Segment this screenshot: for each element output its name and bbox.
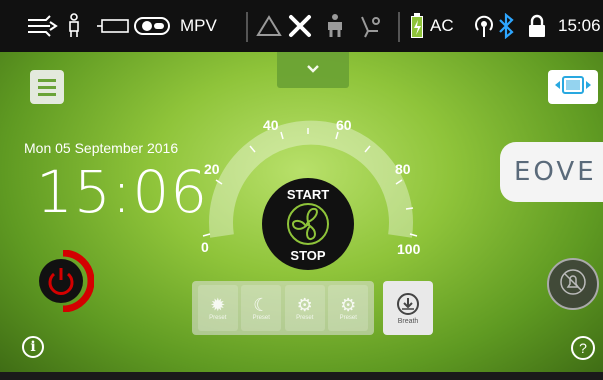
sun-icon: ✹	[210, 295, 226, 315]
signal-icon	[472, 14, 496, 38]
gear-icon: ⚙	[296, 295, 313, 315]
brand-logo: EOVE	[500, 142, 603, 202]
status-separator	[246, 12, 248, 42]
bottom-bar	[0, 372, 603, 380]
date-label: Mon 05 September 2016	[24, 140, 179, 156]
screen-toggle-icon	[553, 74, 593, 101]
preset-button-4[interactable]: ⚙ Preset	[328, 285, 369, 331]
dial-tick-label: 40	[263, 117, 279, 133]
status-separator	[398, 12, 400, 42]
battery-outline-icon	[96, 14, 130, 38]
info-button[interactable]: i	[22, 336, 44, 358]
vehicle-type-label: MPV	[180, 16, 217, 35]
preset-button-2[interactable]: ☾ Preset	[241, 285, 282, 331]
dial-tick-label: 0	[201, 239, 209, 255]
breath-button[interactable]: Breath	[383, 281, 433, 335]
battery-charging-icon	[410, 13, 424, 38]
screen-display-button[interactable]	[548, 70, 598, 104]
dial-tick-label: 20	[204, 161, 220, 177]
mode-presets: ✹ Preset ☾ Preset ⚙ Preset ⚙ Preset	[192, 281, 374, 335]
menu-button[interactable]	[30, 70, 64, 104]
gear-icon: ⚙	[340, 295, 357, 315]
menu-icon-bar	[38, 92, 56, 96]
menu-icon-bar	[38, 78, 56, 82]
start-stop-button[interactable]: START STOP	[262, 178, 354, 270]
tools-icon	[288, 14, 314, 38]
person-seat-icon	[324, 14, 346, 38]
ventilation-dial[interactable]: 0 20 40 60 80 100 START STOP	[170, 108, 450, 288]
pull-down-tab[interactable]	[277, 52, 349, 88]
preset-button-3[interactable]: ⚙ Preset	[284, 285, 325, 331]
info-icon: i	[30, 339, 36, 355]
dial-tick-label: 80	[395, 161, 411, 177]
warning-triangle-icon	[256, 14, 282, 38]
help-icon: ?	[579, 340, 587, 356]
toggle-icon	[134, 14, 170, 38]
seat-icon	[64, 13, 84, 38]
power-button[interactable]	[32, 250, 94, 312]
preset-label: Preset	[339, 315, 357, 321]
menu-icon-bar	[38, 85, 56, 89]
start-label: START	[287, 187, 329, 202]
breath-label: Breath	[397, 317, 419, 325]
bluetooth-icon	[498, 13, 514, 39]
preset-label: Preset	[296, 315, 314, 321]
lock-icon	[528, 14, 546, 38]
seat-recline-icon	[358, 14, 382, 38]
stop-label: STOP	[290, 248, 325, 263]
dial-tick-label: 60	[336, 117, 352, 133]
preset-label: Preset	[252, 315, 270, 321]
status-bar: MPV AC 15:06	[0, 0, 603, 52]
breath-icon	[396, 292, 420, 318]
help-button[interactable]: ?	[571, 336, 595, 360]
status-time: 15:06	[558, 16, 601, 35]
ac-power-label: AC	[430, 16, 454, 35]
moon-icon: ☾	[253, 295, 270, 315]
airflow-icon	[26, 14, 58, 38]
bell-off-icon	[558, 267, 588, 302]
alarm-silence-button[interactable]	[547, 258, 599, 310]
ventilator-home-screen: MPV AC 15:06 Mon 05 September 2016 15:06…	[0, 0, 603, 380]
dial-tick-label: 100	[397, 241, 421, 257]
chevron-down-icon	[306, 61, 320, 79]
preset-label: Preset	[209, 315, 227, 321]
preset-button-1[interactable]: ✹ Preset	[197, 285, 238, 331]
